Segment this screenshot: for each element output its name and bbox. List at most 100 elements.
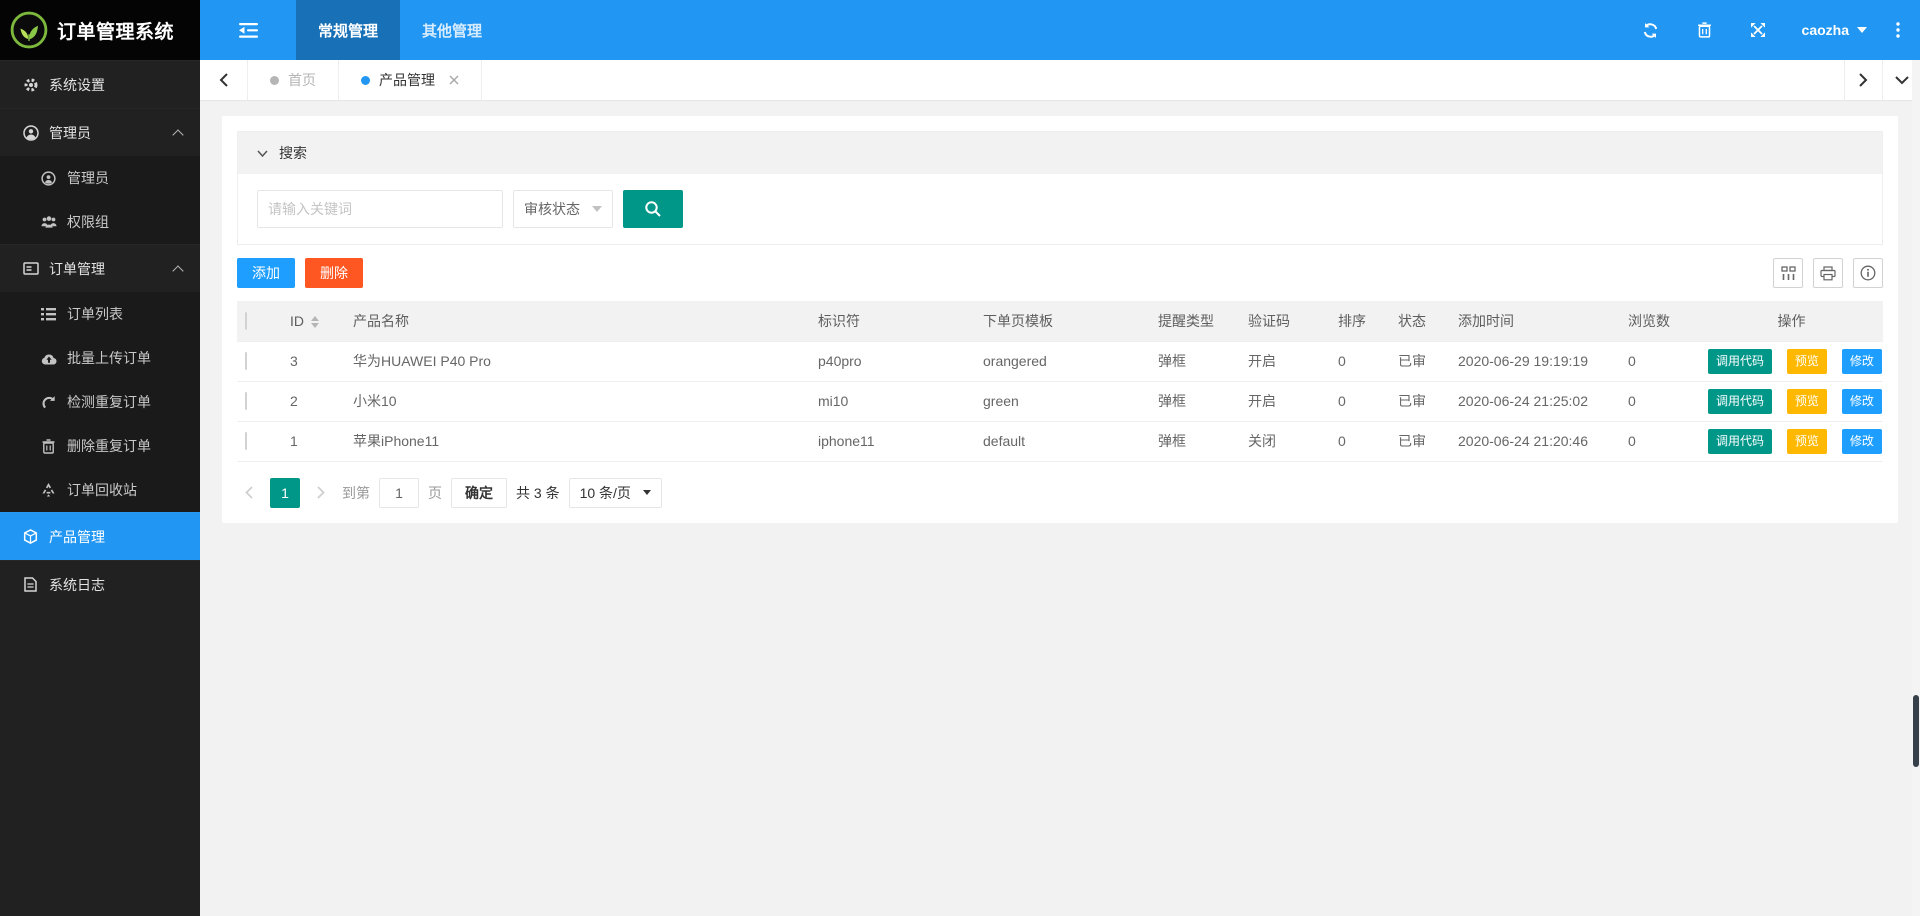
page-number-button[interactable]: 1 (270, 478, 300, 508)
row-checkbox[interactable] (245, 352, 247, 370)
page-tab-label: 首页 (288, 70, 316, 90)
tab-dot (361, 76, 370, 85)
cell-captcha: 关闭 (1240, 421, 1330, 461)
sidebar-item-admin[interactable]: 管理员 (0, 156, 200, 200)
topbar-right: caozha (1623, 0, 1920, 60)
call-code-button[interactable]: 调用代码 (1708, 429, 1772, 454)
column-header-id: ID (282, 301, 345, 341)
product-icon (22, 529, 39, 545)
sidebar-item-permission-group[interactable]: 权限组 (0, 200, 200, 244)
goto-confirm-button[interactable]: 确定 (451, 478, 507, 508)
menu-fold-button[interactable] (200, 0, 296, 60)
sidebar-item-label: 检测重复订单 (67, 392, 151, 412)
row-checkbox[interactable] (245, 392, 247, 410)
sidebar-item-detect-duplicate-orders[interactable]: 检测重复订单 (0, 380, 200, 424)
goto-prefix-label: 到第 (342, 483, 370, 503)
sidebar-item-label: 订单列表 (67, 304, 123, 324)
search-panel-body: 审核状态 (238, 174, 1882, 244)
sidebar-item-order-recycle-bin[interactable]: 订单回收站 (0, 468, 200, 512)
sidebar-item-label: 管理员 (49, 123, 91, 143)
cell-captcha: 开启 (1240, 381, 1330, 421)
select-all-checkbox[interactable] (245, 312, 247, 330)
menu-fold-icon (239, 23, 258, 38)
column-header-views: 浏览数 (1620, 301, 1700, 341)
layout-icon (22, 261, 39, 276)
cell-slug: mi10 (810, 381, 975, 421)
page-tabbar: 首页 产品管理 (200, 60, 1920, 101)
preview-button[interactable]: 预览 (1787, 429, 1827, 454)
keyword-input[interactable] (257, 190, 503, 228)
fullscreen-button[interactable] (1731, 0, 1785, 60)
page-size-select[interactable]: 10 条/页 (569, 478, 662, 508)
cell-views: 0 (1620, 421, 1700, 461)
user-circle-icon (22, 125, 39, 141)
sidebar-item-system-log[interactable]: 系统日志 (0, 560, 200, 608)
tabs-scroll-right-button[interactable] (1844, 60, 1882, 100)
content-card: 搜索 审核状态 添加 删除 (222, 116, 1898, 523)
audit-status-select[interactable]: 审核状态 (513, 190, 613, 228)
edit-button[interactable]: 修改 (1842, 429, 1882, 454)
sidebar-item-label: 系统设置 (49, 75, 105, 95)
trash-icon (1697, 22, 1712, 38)
prev-page-button[interactable] (237, 478, 261, 508)
cell-created-at: 2020-06-24 21:25:02 (1450, 381, 1620, 421)
total-count-label: 共 3 条 (516, 483, 560, 503)
page-tab-home[interactable]: 首页 (248, 60, 338, 100)
refresh-icon (1642, 22, 1659, 39)
cell-created-at: 2020-06-24 21:20:46 (1450, 421, 1620, 461)
sidebar-item-order-list[interactable]: 订单列表 (0, 292, 200, 336)
columns-filter-button[interactable] (1773, 258, 1803, 288)
sidebar-item-delete-duplicate-orders[interactable]: 删除重复订单 (0, 424, 200, 468)
more-menu-button[interactable] (1884, 0, 1912, 60)
print-button[interactable] (1813, 258, 1843, 288)
sidebar-item-label: 系统日志 (49, 575, 105, 595)
edit-button[interactable]: 修改 (1842, 349, 1882, 374)
export-info-button[interactable] (1853, 258, 1883, 288)
search-panel-header[interactable]: 搜索 (238, 132, 1882, 174)
cell-name: 华为HUAWEI P40 Pro (345, 341, 810, 381)
sidebar-group-orders[interactable]: 订单管理 (0, 244, 200, 292)
scrollbar-thumb[interactable] (1913, 695, 1919, 767)
column-header-template: 下单页模板 (975, 301, 1150, 341)
topbar-tab-general[interactable]: 常规管理 (296, 0, 400, 60)
call-code-button[interactable]: 调用代码 (1708, 389, 1772, 414)
sidebar-item-label: 订单管理 (49, 259, 105, 279)
call-code-button[interactable]: 调用代码 (1708, 349, 1772, 374)
page-tab-label: 产品管理 (379, 70, 435, 90)
sort-icon[interactable] (311, 316, 319, 328)
pagination: 1 到第 页 确定 共 3 条 10 条/页 (237, 478, 1883, 508)
plant-logo-icon (10, 11, 48, 49)
column-header-sort: 排序 (1330, 301, 1390, 341)
user-menu[interactable]: caozha (1785, 0, 1884, 60)
next-page-button[interactable] (309, 478, 333, 508)
app-title: 订单管理系统 (57, 17, 174, 44)
column-header-name: 产品名称 (345, 301, 810, 341)
preview-button[interactable]: 预览 (1787, 389, 1827, 414)
products-table: ID 产品名称 标识符 下单页模板 提醒类型 验证码 排序 状态 添加时间 浏览… (237, 301, 1883, 462)
row-checkbox[interactable] (245, 432, 247, 450)
sidebar-item-system-settings[interactable]: 系统设置 (0, 60, 200, 108)
page-tab-product-management[interactable]: 产品管理 (338, 60, 482, 100)
refresh-button[interactable] (1623, 0, 1678, 60)
sidebar-item-product-management[interactable]: 产品管理 (0, 512, 200, 560)
close-icon[interactable] (449, 75, 459, 85)
sidebar-group-admin[interactable]: 管理员 (0, 108, 200, 156)
cell-status: 已审 (1390, 341, 1450, 381)
username: caozha (1802, 22, 1849, 38)
tabs-scroll-left-button[interactable] (200, 60, 248, 100)
clear-cache-button[interactable] (1678, 0, 1731, 60)
topbar: 常规管理 其他管理 caozha (200, 0, 1920, 60)
cell-template: orangered (975, 341, 1150, 381)
sidebar-item-bulk-upload-orders[interactable]: 批量上传订单 (0, 336, 200, 380)
table-row: 1 苹果iPhone11 iphone11 default 弹框 关闭 0 已审… (237, 421, 1883, 461)
cell-created-at: 2020-06-29 19:19:19 (1450, 341, 1620, 381)
preview-button[interactable]: 预览 (1787, 349, 1827, 374)
sidebar-item-label: 删除重复订单 (67, 436, 151, 456)
search-button[interactable] (623, 190, 683, 228)
delete-button[interactable]: 删除 (305, 258, 363, 288)
goto-page-input[interactable] (379, 478, 419, 508)
edit-button[interactable]: 修改 (1842, 389, 1882, 414)
topbar-tab-other[interactable]: 其他管理 (400, 0, 504, 60)
sidebar-submenu-admin: 管理员 权限组 (0, 156, 200, 244)
add-button[interactable]: 添加 (237, 258, 295, 288)
